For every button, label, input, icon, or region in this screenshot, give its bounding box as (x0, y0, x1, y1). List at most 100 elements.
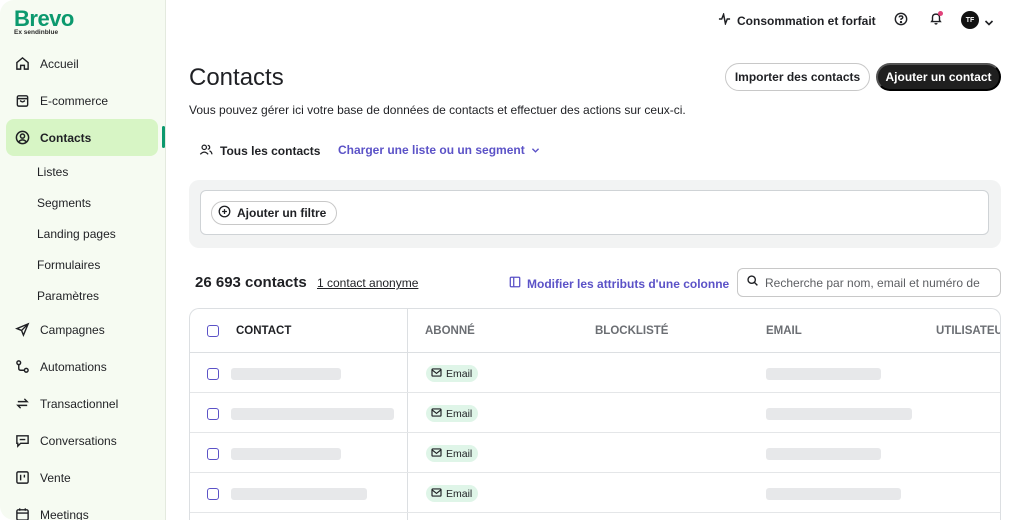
contact-count: 26 693 contacts (195, 274, 307, 291)
page-description: Vous pouvez gérer ici votre base de donn… (189, 103, 686, 117)
modify-columns-button[interactable]: Modifier les attributs d'une colonne (509, 276, 729, 291)
sidebar-subitem-parametres[interactable]: Paramètres (0, 280, 166, 311)
sidebar-item-conversations[interactable]: Conversations (0, 422, 166, 459)
users-icon (199, 143, 213, 159)
filter-box: Ajouter un filtre (200, 190, 989, 235)
contact-placeholder (231, 448, 341, 460)
sidebar: Brevo Ex sendinblue Accueil E-commerce C… (0, 0, 166, 520)
notifications-button[interactable] (929, 11, 943, 31)
sidebar-item-label: Formulaires (37, 257, 101, 272)
avatar[interactable]: TF (961, 11, 979, 29)
load-list-segment-dropdown[interactable]: Charger une liste ou un segment (338, 143, 540, 157)
row-checkbox[interactable] (207, 448, 219, 460)
mail-icon (431, 487, 442, 500)
sidebar-item-label: Meetings (40, 507, 89, 520)
calendar-icon (14, 507, 30, 520)
import-contacts-button[interactable]: Importer des contacts (725, 63, 870, 91)
sidebar-item-label: Segments (37, 195, 92, 210)
badge-label: Email (446, 447, 473, 460)
sidebar-item-transactionnel[interactable]: Transactionnel (0, 385, 166, 422)
row-checkbox[interactable] (207, 368, 219, 380)
chat-icon (14, 433, 30, 449)
mail-icon (431, 447, 442, 460)
row-checkbox[interactable] (207, 408, 219, 420)
sidebar-item-meetings[interactable]: Meetings (0, 496, 166, 520)
usage-plan-link[interactable]: Consommation et forfait (718, 11, 876, 28)
add-filter-button[interactable]: Ajouter un filtre (211, 201, 338, 225)
search-field[interactable] (737, 268, 1001, 297)
usage-plan-label: Consommation et forfait (737, 13, 876, 28)
sidebar-item-label: E-commerce (40, 93, 109, 108)
badge-label: Email (446, 367, 473, 380)
sidebar-item-vente[interactable]: Vente (0, 459, 166, 496)
notification-dot (938, 11, 943, 16)
user-circle-icon (14, 130, 30, 146)
sidebar-item-label: Paramètres (37, 288, 100, 303)
load-list-label: Charger une liste ou un segment (338, 143, 525, 157)
modify-columns-label: Modifier les attributs d'une colonne (527, 276, 730, 291)
sidebar-item-campagnes[interactable]: Campagnes (0, 311, 166, 348)
add-filter-label: Ajouter un filtre (237, 206, 327, 220)
table-row[interactable]: Email (190, 473, 1000, 513)
tab-all-label: Tous les contacts (220, 144, 321, 158)
sidebar-item-label: Contacts (40, 130, 92, 145)
email-placeholder (766, 448, 881, 460)
sidebar-item-label: Vente (40, 470, 71, 485)
top-bar: Consommation et forfait TF (166, 0, 1024, 40)
arrows-exchange-icon (14, 396, 30, 412)
column-header-contact[interactable]: CONTACT (236, 325, 291, 337)
page-title: Contacts (189, 64, 284, 91)
sidebar-item-label: Listes (37, 164, 69, 179)
sidebar-subitem-segments[interactable]: Segments (0, 187, 166, 218)
send-icon (14, 322, 30, 338)
pulse-icon (718, 11, 731, 28)
sidebar-item-ecommerce[interactable]: E-commerce (0, 82, 166, 119)
plus-circle-icon (218, 205, 231, 221)
contact-placeholder (231, 488, 367, 500)
add-contact-button[interactable]: Ajouter un contact (876, 63, 1001, 91)
sidebar-item-automations[interactable]: Automations (0, 348, 166, 385)
sidebar-item-label: Landing pages (37, 226, 116, 241)
sidebar-item-label: Campagnes (40, 322, 105, 337)
sidebar-nav: Accueil E-commerce Contacts Listes Segme… (0, 45, 166, 520)
column-header-email[interactable]: EMAIL (766, 325, 802, 337)
sidebar-item-accueil[interactable]: Accueil (0, 45, 166, 82)
columns-icon (509, 276, 521, 291)
subscribed-badge: Email (426, 485, 479, 502)
contact-placeholder (231, 408, 394, 420)
sidebar-subitem-landing-pages[interactable]: Landing pages (0, 218, 166, 249)
sidebar-item-label: Accueil (40, 56, 79, 71)
shopping-bag-icon (14, 93, 30, 109)
table-row[interactable]: Email (190, 393, 1000, 433)
table-row[interactable]: Email (190, 353, 1000, 393)
badge-label: Email (446, 407, 473, 420)
brevo-logo[interactable]: Brevo Ex sendinblue (14, 6, 74, 36)
contacts-table: CONTACT ABONNÉ BLOCKLISTÉ EMAIL UTILISAT… (189, 308, 1001, 520)
table-row[interactable]: Email (190, 433, 1000, 473)
anonymous-contact-link[interactable]: 1 contact anonyme (317, 276, 418, 290)
subscribed-badge: Email (426, 405, 479, 422)
filter-panel: Ajouter un filtre (189, 180, 1001, 248)
help-button[interactable] (894, 12, 908, 31)
sidebar-item-contacts[interactable]: Contacts (6, 119, 158, 156)
tab-all-contacts[interactable]: Tous les contacts (199, 143, 320, 159)
contact-placeholder (231, 368, 341, 380)
search-input[interactable] (765, 275, 995, 290)
email-placeholder (766, 488, 901, 500)
email-placeholder (766, 408, 912, 420)
subscribed-badge: Email (426, 365, 479, 382)
sidebar-subitem-formulaires[interactable]: Formulaires (0, 249, 166, 280)
column-header-subscribed[interactable]: ABONNÉ (425, 325, 475, 337)
chevron-down-icon[interactable] (984, 14, 994, 32)
sidebar-item-label: Conversations (40, 433, 117, 448)
active-indicator (162, 126, 165, 148)
home-icon (14, 56, 30, 72)
badge-label: Email (446, 487, 473, 500)
email-placeholder (766, 368, 881, 380)
table-header: CONTACT ABONNÉ BLOCKLISTÉ EMAIL UTILISAT… (190, 309, 1000, 353)
column-header-blocklisted[interactable]: BLOCKLISTÉ (595, 325, 668, 337)
select-all-checkbox[interactable] (207, 325, 219, 337)
column-header-user[interactable]: UTILISATEU (936, 325, 1000, 337)
sidebar-subitem-listes[interactable]: Listes (0, 156, 166, 187)
row-checkbox[interactable] (207, 488, 219, 500)
